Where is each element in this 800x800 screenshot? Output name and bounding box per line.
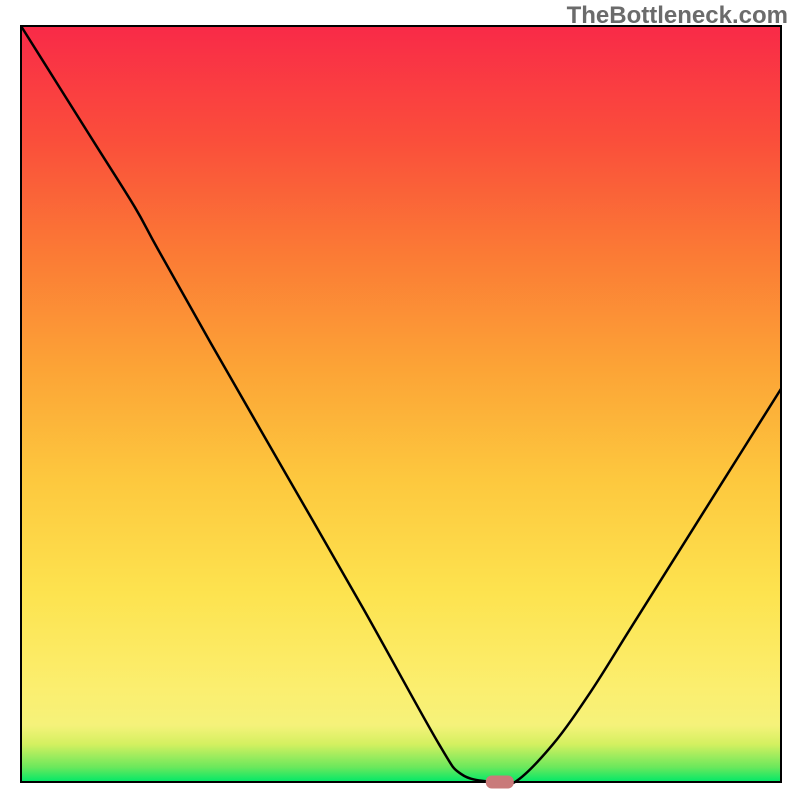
bottleneck-chart: [0, 0, 800, 800]
chart-container: TheBottleneck.com: [0, 0, 800, 800]
plot-background: [21, 26, 781, 782]
watermark-text: TheBottleneck.com: [567, 2, 788, 30]
optimal-marker: [486, 776, 514, 789]
